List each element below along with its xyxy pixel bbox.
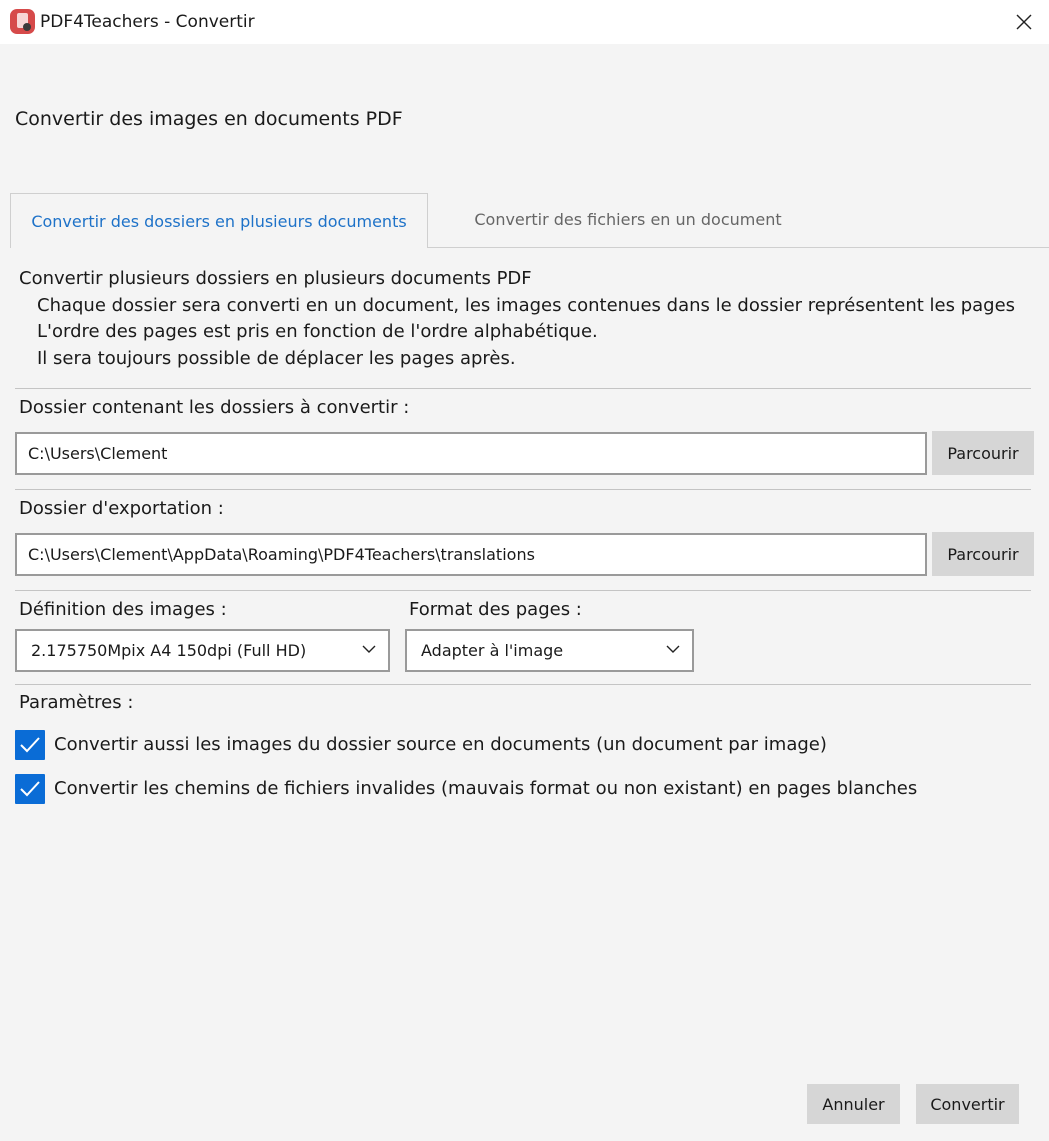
tab-bar: Convertir des dossiers en plusieurs docu… — [10, 193, 1049, 248]
page-format-selected-value: Adapter à l'image — [421, 641, 564, 660]
definition-label: Définition des images : — [19, 599, 227, 620]
settings-label: Paramètres : — [19, 692, 134, 713]
source-folder-label: Dossier contenant les dossiers à convert… — [19, 397, 410, 418]
window-title: PDF4Teachers - Convertir — [40, 12, 255, 32]
page-format-label: Format des pages : — [409, 599, 582, 620]
definition-selected-value: 2.175750Mpix A4 150dpi (Full HD) — [31, 641, 307, 660]
title-bar: PDF4Teachers - Convertir — [0, 0, 1049, 44]
checkmark-icon — [20, 781, 40, 797]
convert-dialog: PDF4Teachers - Convertir Convertir des i… — [0, 0, 1049, 1141]
source-browse-button[interactable]: Parcourir — [932, 431, 1034, 475]
divider — [15, 489, 1031, 490]
source-folder-field[interactable]: C:\Users\Clement — [15, 432, 927, 475]
tab-files-to-document[interactable]: Convertir des fichiers en un document — [428, 193, 828, 246]
chevron-down-icon — [666, 645, 680, 653]
close-button[interactable] — [1006, 6, 1042, 38]
divider — [15, 684, 1031, 685]
description-line: L'ordre des pages est pris en fonction d… — [37, 321, 598, 342]
export-folder-field[interactable]: C:\Users\Clement\AppData\Roaming\PDF4Tea… — [15, 533, 927, 576]
page-format-select[interactable]: Adapter à l'image — [405, 629, 694, 672]
checkbox-checked[interactable] — [15, 774, 45, 804]
dialog-heading: Convertir des images en documents PDF — [15, 108, 403, 130]
checkbox-checked[interactable] — [15, 730, 45, 760]
tab-folders-to-documents[interactable]: Convertir des dossiers en plusieurs docu… — [10, 193, 428, 248]
checkbox-label: Convertir les chemins de fichiers invali… — [54, 778, 918, 799]
convert-button[interactable]: Convertir — [916, 1084, 1019, 1124]
checkbox-label: Convertir aussi les images du dossier so… — [54, 734, 827, 755]
chevron-down-icon — [362, 645, 376, 653]
checkmark-icon — [20, 737, 40, 753]
divider — [15, 388, 1031, 389]
definition-select[interactable]: 2.175750Mpix A4 150dpi (Full HD) — [15, 629, 390, 672]
description-line: Il sera toujours possible de déplacer le… — [37, 348, 516, 369]
pdf4teachers-logo-icon — [10, 9, 35, 34]
close-icon — [1016, 14, 1032, 30]
divider — [15, 590, 1031, 591]
description-line: Chaque dossier sera converti en un docum… — [37, 295, 1016, 316]
export-folder-label: Dossier d'exportation : — [19, 498, 224, 519]
description-title: Convertir plusieurs dossiers en plusieur… — [19, 268, 532, 289]
cancel-button[interactable]: Annuler — [807, 1084, 900, 1124]
export-browse-button[interactable]: Parcourir — [932, 532, 1034, 576]
